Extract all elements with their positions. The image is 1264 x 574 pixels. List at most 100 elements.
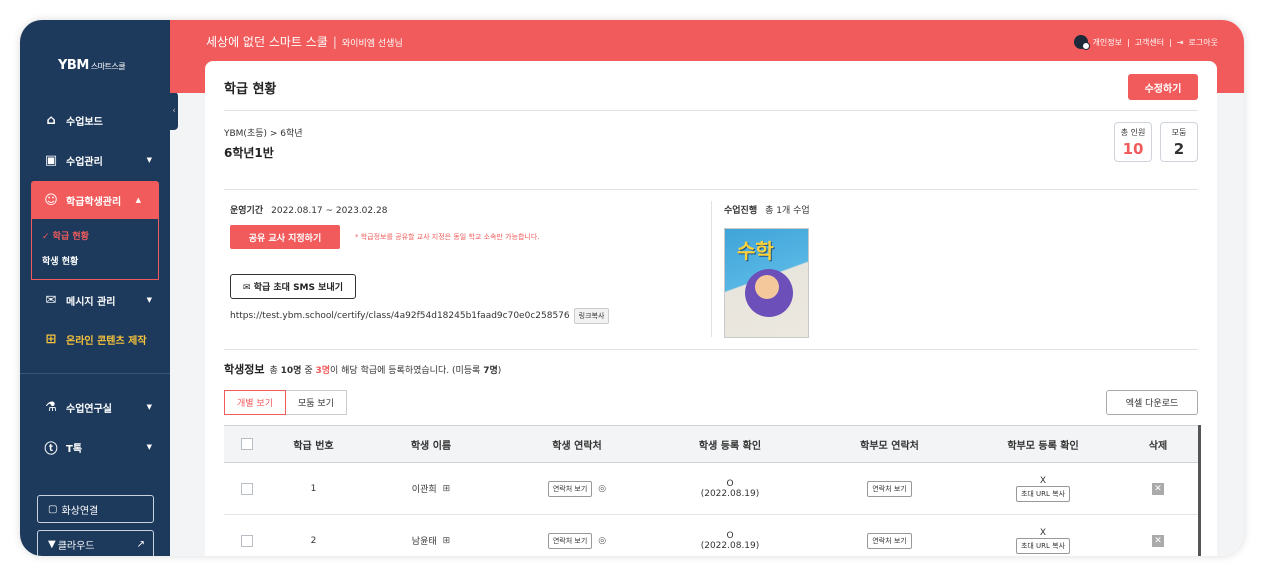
chat-icon[interactable]: ◎ — [598, 536, 606, 546]
col-parent-registration: 학부모 등록 확인 — [1007, 440, 1079, 452]
chalkboard-icon: ▣ — [44, 152, 58, 168]
page-title: 학급 현황 — [224, 82, 277, 97]
copy-invite-url-button[interactable]: 초대 URL 복사 — [1015, 485, 1071, 502]
delete-icon[interactable]: ✕ — [1152, 482, 1164, 495]
sms-invite-button[interactable]: ✉ 학급 초대 SMS 보내기 — [230, 274, 356, 299]
view-parent-contact-button[interactable]: 연락처 보기 — [867, 480, 912, 497]
link-support[interactable]: 고객센터 — [1135, 37, 1164, 48]
chevron-up-icon: ▲ — [135, 196, 141, 204]
table-row: 2 남윤태 ⊞ 연락처 보기 ◎ O (2022.08.19) 연락처 보기 X 초대 … — [224, 515, 1198, 556]
table-header: 학급 번호 학생 이름 학생 연락처 학생 등록 확인 학부모 연락처 학부모 … — [224, 425, 1198, 463]
sidebar-item-label: 수업관리 — [66, 156, 103, 168]
view-contact-button[interactable]: 연락처 보기 — [547, 480, 593, 497]
divider — [224, 110, 1198, 111]
video-connect-button[interactable]: ▢ 화상연결 — [37, 495, 154, 523]
divider — [224, 189, 1198, 190]
book-icon[interactable]: ⊞ — [443, 484, 451, 494]
sidebar-item-online-content[interactable]: ⊞ 온라인 콘텐츠 제작 — [20, 320, 170, 358]
chat-icon: ✉ — [45, 292, 57, 308]
breadcrumb: YBM(초등) > 6학년 — [224, 129, 303, 139]
registration-date: (2022.08.19) — [700, 540, 760, 551]
submenu-class-status[interactable]: ✓ 학급 현황 — [42, 229, 148, 242]
parent-registration-status: X — [1039, 475, 1047, 486]
sidebar-item-class-student[interactable]: ☺ 학급학생관리 ▲ — [31, 181, 159, 219]
book-open-icon: ⌂ — [46, 112, 56, 128]
logo[interactable]: YBM 스마트스쿨 — [58, 58, 126, 73]
avatar-icon — [1073, 35, 1090, 50]
sidebar-item-research[interactable]: ⚗ 수업연구실 ▼ — [20, 388, 170, 426]
stat-total: 총 인원 10 — [1114, 122, 1152, 162]
table-row: 1 이관희 ⊞ 연락처 보기 ◎ O (2022.08.19) 연락처 보기 X 초대 … — [224, 463, 1198, 515]
student-name: 남윤태 — [411, 537, 437, 547]
sidebar-item-label: 학급학생관리 — [66, 196, 122, 208]
share-note: * 학급정보를 공유할 교사 지정은 동일 학교 소속만 가능합니다. — [355, 233, 540, 241]
sidebar-item-label: T톡 — [66, 443, 83, 455]
col-number: 학급 번호 — [293, 440, 334, 452]
sidebar-item-message[interactable]: ✉ 메시지 관리 ▼ — [20, 281, 170, 319]
col-parent-contact: 학부모 연락처 — [860, 440, 919, 452]
cloud-icon: ▼ — [48, 539, 56, 550]
registration-status: O — [726, 530, 734, 541]
sidebar-collapse-toggle[interactable]: ‹ — [170, 92, 178, 130]
sidebar-item-label: 온라인 콘텐츠 제작 — [66, 335, 147, 347]
video-icon: ▢ — [48, 503, 58, 515]
student-table: 학급 번호 학생 이름 학생 연락처 학생 등록 확인 학부모 연락처 학부모 … — [224, 425, 1198, 556]
student-name: 이관희 — [411, 485, 437, 495]
share-teacher-button[interactable]: 공유 교사 지정하기 — [230, 225, 340, 249]
sidebar-item-ttalk[interactable]: ⓣ T톡 ▼ — [20, 428, 170, 466]
site-title: 세상에 없던 스마트 스쿨 | 와이비엠 선생님 — [206, 35, 403, 49]
sidebar-item-class-manage[interactable]: ▣ 수업관리 ▼ — [20, 141, 170, 179]
chevron-down-icon: ▼ — [146, 156, 152, 164]
people-icon: ☺ — [44, 192, 58, 208]
tab-individual[interactable]: 개별 보기 — [224, 390, 286, 415]
parent-registration-status: X — [1039, 527, 1047, 538]
edit-button[interactable]: 수정하기 — [1128, 74, 1198, 100]
copy-invite-url-button[interactable]: 초대 URL 복사 — [1015, 537, 1071, 554]
stat-group: 모둠 2 — [1160, 122, 1198, 162]
t-circle-icon: ⓣ — [44, 441, 58, 457]
main-card: 학급 현황 수정하기 YBM(초등) > 6학년 6학년1반 총 인원 10 모… — [205, 61, 1217, 556]
col-name: 학생 이름 — [410, 440, 452, 452]
divider — [711, 201, 712, 337]
textbook-cover[interactable]: 수학 — [724, 228, 809, 338]
copy-link-button[interactable]: 링크복사 — [573, 308, 610, 324]
chat-icon[interactable]: ◎ — [598, 484, 606, 494]
cloud-button[interactable]: ▼ 클라우드 ↗ — [37, 530, 154, 556]
sidebar: YBM 스마트스쿨 ⌂ 수업보드 ▣ 수업관리 ▼ ☺ 학급학생관리 ▲ ✓ 학급… — [20, 20, 170, 556]
logout-icon: ⇥ — [1176, 37, 1184, 47]
table-scrollbar[interactable] — [1198, 425, 1201, 556]
top-links: 개인정보 | 고객센터 | ⇥ 로그아웃 — [1073, 35, 1218, 50]
submenu: ✓ 학급 현황 학생 현황 — [31, 217, 159, 280]
class-name: 6학년1반 — [224, 146, 274, 160]
chevron-down-icon: ▼ — [146, 296, 152, 304]
select-all-checkbox[interactable] — [241, 438, 253, 450]
registration-status: O — [726, 478, 734, 489]
external-link-icon: ↗ — [136, 539, 145, 550]
tab-group[interactable]: 모둠 보기 — [285, 390, 347, 415]
row-checkbox[interactable] — [241, 534, 253, 547]
col-registration: 학생 등록 확인 — [698, 440, 762, 452]
sidebar-item-label: 수업연구실 — [66, 403, 112, 415]
view-tabs: 개별 보기 모둠 보기 — [224, 390, 347, 415]
link-profile[interactable]: 개인정보 — [1093, 37, 1122, 48]
student-number: 2 — [310, 535, 317, 546]
sidebar-item-class-board[interactable]: ⌂ 수업보드 — [20, 101, 170, 139]
divider — [224, 349, 1198, 350]
submenu-student-status[interactable]: 학생 현황 — [42, 254, 148, 267]
delete-icon[interactable]: ✕ — [1152, 534, 1164, 547]
link-logout[interactable]: 로그아웃 — [1189, 37, 1218, 48]
chevron-down-icon: ▼ — [146, 403, 152, 411]
excel-download-button[interactable]: 엑셀 다운로드 — [1106, 390, 1198, 415]
student-number: 1 — [310, 483, 317, 494]
chevron-down-icon: ▼ — [146, 443, 152, 451]
user-name: 와이비엠 선생님 — [341, 39, 403, 49]
sidebar-item-label: 메시지 관리 — [66, 296, 116, 308]
view-contact-button[interactable]: 연락처 보기 — [547, 532, 593, 549]
col-delete: 삭제 — [1148, 440, 1168, 452]
view-parent-contact-button[interactable]: 연락처 보기 — [867, 532, 912, 549]
class-progress: 수업진행 총 1개 수업 — [724, 206, 810, 216]
divider — [20, 373, 170, 374]
sidebar-item-label: 수업보드 — [66, 116, 103, 128]
book-icon[interactable]: ⊞ — [443, 536, 451, 546]
row-checkbox[interactable] — [241, 482, 253, 495]
